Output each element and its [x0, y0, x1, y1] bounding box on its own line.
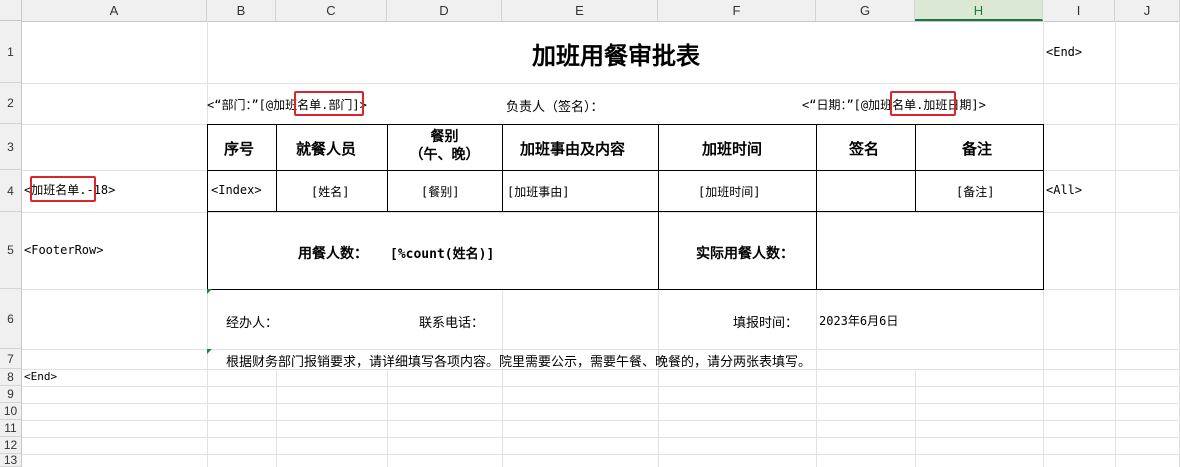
cell-reason: [加班事由]	[507, 185, 570, 199]
row-header-3[interactable]: 3	[0, 124, 22, 170]
department-field-highlight	[294, 91, 364, 116]
row-header-2[interactable]: 2	[0, 83, 22, 124]
report-time-label: 填报时间：	[733, 316, 799, 331]
column-header-e[interactable]: E	[502, 0, 658, 21]
column-header-j[interactable]: J	[1115, 0, 1180, 21]
footer-row-tag: <FooterRow>	[24, 243, 104, 257]
row-header-4[interactable]: 4	[0, 170, 22, 212]
actual-diners-label: 实际用餐人数：	[696, 246, 794, 262]
header-remark: 备注	[962, 140, 993, 158]
header-overtime: 加班时间	[702, 140, 763, 158]
handler-label: 经办人：	[226, 316, 279, 331]
form-title: 加班用餐审批表	[532, 42, 700, 70]
range-field-highlight	[30, 176, 96, 202]
cell-grid[interactable]: 加班用餐审批表 <End> <“部门：”[@加班名单.部门]> 负责人（签名）：…	[22, 21, 1180, 467]
owner-signature-label: 负责人（签名）：	[506, 100, 604, 115]
header-reason: 加班事由及内容	[520, 140, 626, 158]
column-header-b[interactable]: B	[207, 0, 276, 21]
date-field-highlight	[890, 91, 956, 116]
header-index: 序号	[224, 140, 255, 158]
row-header-6[interactable]: 6	[0, 289, 22, 349]
header-diner: 就餐人员	[296, 140, 357, 158]
row-header-5[interactable]: 5	[0, 212, 22, 289]
column-header-d[interactable]: D	[387, 0, 502, 21]
diners-count-value: [%count(姓名)]	[390, 247, 495, 262]
row-header-11[interactable]: 11	[0, 420, 22, 437]
row-header-8[interactable]: 8	[0, 369, 22, 386]
row-header-1[interactable]: 1	[0, 21, 22, 83]
comment-indicator	[207, 289, 212, 294]
cell-remark: [备注]	[956, 185, 995, 199]
diners-count-label: 用餐人数：	[298, 246, 368, 262]
column-header-a[interactable]: A	[22, 0, 207, 21]
end-tag-a8: <End>	[24, 370, 58, 383]
column-header-g[interactable]: G	[816, 0, 915, 21]
row-header-13[interactable]: 13	[0, 453, 22, 467]
row-header-9[interactable]: 9	[0, 386, 22, 403]
cell-meal-type: [餐别]	[421, 185, 460, 199]
cell-name: [姓名]	[311, 185, 350, 199]
cell-index: <Index>	[211, 183, 262, 197]
comment-indicator-row7	[207, 349, 212, 354]
column-header-f[interactable]: F	[658, 0, 816, 21]
end-tag-i1: <End>	[1046, 45, 1083, 59]
column-header-i[interactable]: I	[1043, 0, 1115, 21]
column-header-bar: A B C D E F G H I J	[22, 0, 1180, 22]
row-header-10[interactable]: 10	[0, 403, 22, 420]
row-header-12[interactable]: 12	[0, 437, 22, 454]
cell-overtime: [加班时间]	[698, 185, 761, 199]
header-meal-type: 餐别 （午、晚）	[409, 129, 480, 163]
header-signature: 签名	[849, 140, 880, 158]
column-header-c[interactable]: C	[276, 0, 387, 21]
select-all-corner[interactable]	[0, 0, 22, 21]
row-header-7[interactable]: 7	[0, 349, 22, 369]
report-time-value: 2023年6月6日	[819, 314, 899, 328]
phone-label: 联系电话：	[419, 316, 485, 331]
column-header-h[interactable]: H	[915, 0, 1043, 21]
instruction-note: 根据财务部门报销要求，请详细填写各项内容。院里需要公示，需要午餐、晚餐的，请分两…	[226, 355, 812, 370]
all-tag: <All>	[1046, 183, 1083, 197]
